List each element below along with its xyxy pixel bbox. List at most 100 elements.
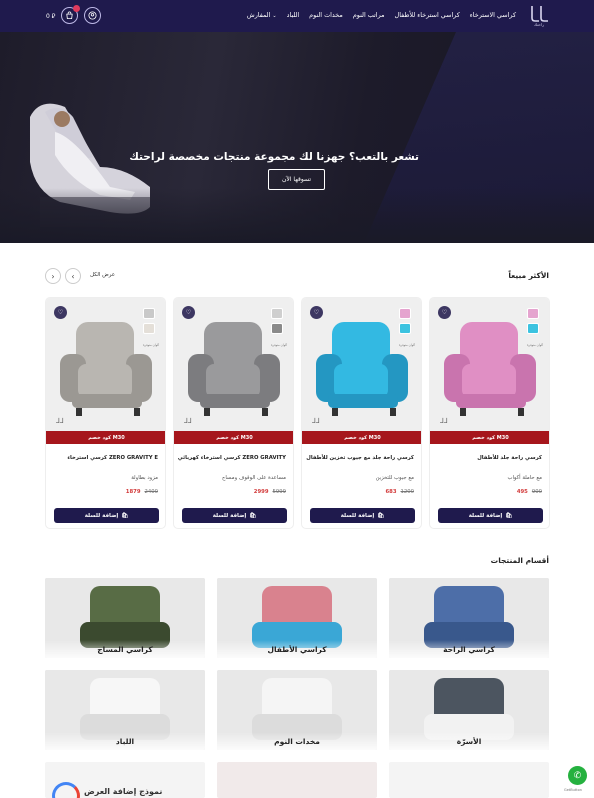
product-name[interactable]: كرسي استرخاء كهربائي ZERO GRAVITY	[178, 455, 286, 461]
product-prices: 2999 5999	[254, 489, 286, 495]
product-card[interactable]: ♡ ألوان متوفرة ⅃⅃ كود خصم M30 كرسي استرخ…	[173, 297, 294, 529]
product-card[interactable]: ♡ ألوان متوفرة ⅃⅃ كود خصم M30 كرسي راحة …	[429, 297, 550, 529]
product-subtitle: مساعدة على الوقوف ومساج	[221, 475, 286, 481]
chevron-left-icon: ‹	[71, 271, 75, 281]
nav-item-toppers[interactable]: اللباد	[287, 11, 300, 19]
carousel-prev-button[interactable]: ‹	[65, 268, 81, 284]
category-tile[interactable]: كراسي المساج	[45, 578, 205, 658]
hero-floor	[0, 188, 594, 243]
wishlist-button[interactable]: ♡	[310, 306, 323, 319]
brand-mark-icon: ⅃⅃	[312, 417, 320, 425]
site-header: راحتك كراسي الاسترخاء كراسي استرخاء للأط…	[0, 0, 594, 32]
categories-title: أقسام المنتجات	[490, 556, 549, 565]
product-name[interactable]: كرسي راحة جلد للأطفال	[477, 455, 542, 461]
add-to-cart-label: إضافة للسلة	[468, 512, 503, 519]
hero-banner: تشعر بالتعب؟ جهزنا لك مجموعة منتجات مخصص…	[0, 32, 594, 243]
cart-icon: 🛍	[121, 512, 129, 519]
product-name[interactable]: كرسي استرخاء ZERO GRAVITY E	[67, 455, 158, 461]
add-to-cart-button[interactable]: إضافة للسلة 🛍	[54, 508, 159, 523]
add-to-cart-label: إضافة للسلة	[340, 512, 375, 519]
logo-icon	[531, 6, 548, 22]
brand-mark-icon: ⅃⅃	[184, 417, 192, 425]
category-tile[interactable]: الأسرّة	[389, 670, 549, 750]
product-name[interactable]: كرسي راحة جلد مع جيوب تخزين للأطفال	[306, 455, 414, 461]
heart-icon: ♡	[185, 309, 192, 316]
price-old: 2400	[144, 489, 158, 495]
category-label: اللباد	[115, 737, 135, 746]
price-new: 683	[385, 489, 397, 495]
category-tile[interactable]: مخدات النوم	[217, 670, 377, 750]
cart-icon: 🛍	[505, 512, 513, 519]
color-swatch[interactable]	[271, 323, 283, 334]
add-to-cart-button[interactable]: إضافة للسلة 🛍	[310, 508, 415, 523]
category-label: كراسي الراحة	[443, 645, 495, 654]
cart-icon: 🛍	[377, 512, 385, 519]
color-swatch[interactable]	[143, 323, 155, 334]
product-prices: 495 900	[517, 489, 542, 495]
cart-count-badge	[73, 5, 81, 12]
discount-code-bar: كود خصم M30	[46, 431, 165, 444]
color-swatch[interactable]	[399, 323, 411, 334]
carousel-next-button[interactable]: ›	[45, 268, 61, 284]
wishlist-button[interactable]: ♡	[182, 306, 195, 319]
nav-item-pillows[interactable]: مخدات النوم	[309, 11, 343, 19]
category-label: الأسرّة	[456, 737, 482, 746]
site-logo[interactable]: راحتك	[528, 5, 550, 27]
product-image[interactable]: ♡ ألوان متوفرة ⅃⅃	[302, 298, 421, 433]
price-new: 495	[516, 489, 528, 495]
add-to-cart-label: إضافة للسلة	[84, 512, 119, 519]
main-nav: كراسي الاسترخاء كراسي استرخاء للأطفال مر…	[247, 11, 516, 19]
product-card[interactable]: ♡ ألوان متوفرة ⅃⅃ كود خصم M30 كرسي راحة …	[301, 297, 422, 529]
nav-item-bedding[interactable]: المفارش ⌄	[247, 11, 277, 19]
category-tile-partial[interactable]	[217, 762, 377, 798]
discount-code-bar: كود خصم M30	[302, 431, 421, 444]
nav-item-kids-recliners[interactable]: كراسي استرخاء للأطفال	[395, 11, 460, 19]
category-label: مخدات النوم	[274, 737, 320, 746]
shop-now-button[interactable]: تسوقها الآن	[268, 169, 325, 190]
add-to-cart-label: إضافة للسلة	[212, 512, 247, 519]
product-image[interactable]: ♡ ألوان متوفرة ⅃⅃	[174, 298, 293, 433]
category-tile[interactable]: كراسي الأطفال	[217, 578, 377, 658]
view-all-link[interactable]: عرض الكل	[90, 272, 115, 278]
nav-item-mattresses[interactable]: مراتب النوم	[353, 11, 385, 19]
category-tile[interactable]: اللباد	[45, 670, 205, 750]
heart-icon: ♡	[441, 309, 448, 316]
bestsellers-title: الأكثر مبيعاً	[508, 271, 549, 280]
swatch-label: ألوان متوفرة	[526, 343, 543, 347]
price-new: 2999	[253, 489, 269, 495]
price-old: 900	[531, 489, 542, 495]
product-subtitle: مع حاملة أكواب	[507, 475, 542, 481]
wishlist-button[interactable]: ♡	[438, 306, 451, 319]
wishlist-button[interactable]: ♡	[54, 306, 67, 319]
category-tile-partial[interactable]	[389, 762, 549, 798]
category-tile[interactable]: كراسي الراحة	[389, 578, 549, 658]
product-image[interactable]: ♡ ألوان متوفرة ⅃⅃	[430, 298, 549, 433]
category-label: كراسي الأطفال	[267, 645, 327, 654]
product-prices: 1879 2400	[126, 489, 158, 495]
color-swatch[interactable]	[527, 323, 539, 334]
brand-mark-icon: ⅃⅃	[56, 417, 64, 425]
cart-total: 0 ⃁	[46, 12, 56, 20]
swatch-label: ألوان متوفرة	[270, 343, 287, 347]
user-icon	[88, 11, 97, 20]
chevron-right-icon: ›	[51, 271, 55, 281]
swatch-label: ألوان متوفرة	[142, 343, 159, 347]
color-swatch[interactable]	[271, 308, 283, 319]
chevron-down-icon: ⌄	[272, 13, 277, 19]
product-card[interactable]: ♡ ألوان متوفرة ⅃⅃ كود خصم M30 كرسي استرخ…	[45, 297, 166, 529]
color-swatch[interactable]	[143, 308, 155, 319]
price-new: 1879	[125, 489, 141, 495]
logo-text: راحتك	[533, 22, 545, 27]
whatsapp-button[interactable]: ✆	[568, 766, 587, 785]
color-swatch[interactable]	[399, 308, 411, 319]
product-image[interactable]: ♡ ألوان متوفرة ⅃⅃	[46, 298, 165, 433]
add-to-cart-button[interactable]: إضافة للسلة 🛍	[438, 508, 543, 523]
cart-button[interactable]	[61, 5, 81, 24]
cart-icon	[66, 11, 73, 20]
add-to-cart-button[interactable]: إضافة للسلة 🛍	[182, 508, 287, 523]
nav-item-recliners[interactable]: كراسي الاسترخاء	[470, 11, 516, 19]
color-swatch[interactable]	[527, 308, 539, 319]
hero-title: تشعر بالتعب؟ جهزنا لك مجموعة منتجات مخصص…	[129, 151, 419, 163]
account-button[interactable]	[84, 7, 102, 24]
price-old: 1200	[400, 489, 414, 495]
